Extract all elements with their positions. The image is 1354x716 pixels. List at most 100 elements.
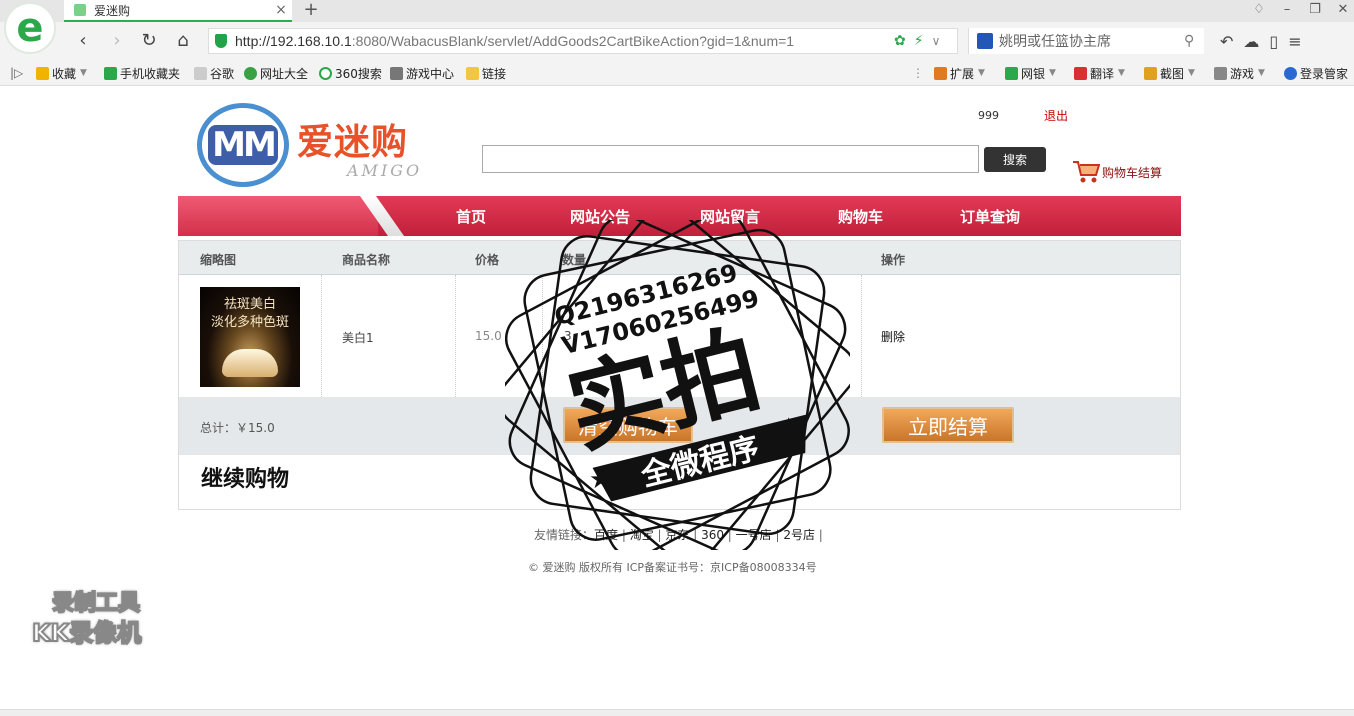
thumbnail-text-1: 祛斑美白 <box>223 297 276 312</box>
cart-checkout-link[interactable]: 购物车结算 <box>1072 159 1162 185</box>
toolbar-icons: ↶ ☁ ▯ ≡ <box>1220 28 1302 54</box>
home-icon[interactable]: ⌂ <box>170 28 196 54</box>
address-bar[interactable]: http://192.168.10.1:8080/WabacusBlank/se… <box>208 28 958 54</box>
navigation-bar: ‹ › ↻ ⌂ http://192.168.10.1:8080/Wabacus… <box>60 26 1354 56</box>
sidebar-toggle-icon[interactable]: |▷ <box>10 64 23 82</box>
cloud-icon[interactable]: ☁ <box>1243 32 1259 51</box>
friend-links: 友情链接：百度 | 淘宝 | 京东 | 360 | 一号店 | 2号店 | <box>534 528 823 542</box>
toolbar-screenshot[interactable]: 截图 ▼ <box>1144 64 1195 82</box>
search-icon[interactable]: ⚲ <box>1184 33 1204 49</box>
bookmark-mobile[interactable]: 手机收藏夹 <box>104 64 180 82</box>
speed-icon[interactable]: ✿ <box>894 33 906 49</box>
phone-icon <box>104 66 117 80</box>
toolbar-extensions[interactable]: 扩展 ▼ <box>934 64 985 82</box>
bookmarks-bar: |▷ 收藏 ▼ 手机收藏夹 谷歌 网址大全 360搜索 游戏中心 链接 ⋮ 扩展 ▼… <box>0 60 1354 86</box>
site-logo[interactable]: MM 爱迷购 AMIGO <box>197 103 419 187</box>
header-thumbnail: 缩略图 <box>200 253 237 267</box>
extensions-icon <box>934 66 947 80</box>
refresh-icon[interactable]: ↻ <box>136 28 162 54</box>
bookmark-url-directory[interactable]: 网址大全 <box>244 64 308 82</box>
browser-logo-icon[interactable]: e <box>4 2 56 54</box>
back-icon[interactable]: ‹ <box>70 28 96 54</box>
jar-image <box>222 349 278 377</box>
header-action: 操作 <box>881 253 906 267</box>
mobile-icon[interactable]: ▯ <box>1269 32 1278 51</box>
clear-cart-button[interactable]: 清空购物车 <box>563 407 693 443</box>
globe-icon <box>244 66 257 80</box>
nav-messages[interactable]: 网站留言 <box>700 206 760 227</box>
thumbnail-text-2: 淡化多种色斑 <box>210 315 289 330</box>
nav-home[interactable]: 首页 <box>456 206 486 227</box>
mm-logo-icon: MM <box>197 103 289 187</box>
site-search-button[interactable]: 搜索 <box>984 147 1046 172</box>
minimize-button[interactable]: – <box>1274 0 1300 22</box>
search-engine-icon <box>977 33 993 49</box>
translate-icon <box>1074 66 1087 80</box>
tab-close-icon[interactable]: × <box>270 2 292 18</box>
site-search-input[interactable] <box>482 145 979 173</box>
new-tab-button[interactable]: + <box>300 0 322 22</box>
bookmark-links[interactable]: 链接 <box>466 64 506 82</box>
cart-link-label: 购物车结算 <box>1102 165 1163 180</box>
table-header: 缩略图 商品名称 价格 数量 操作 <box>179 241 1180 275</box>
lightning-icon[interactable]: ⚡ <box>914 33 924 49</box>
product-price: 15.0 <box>475 329 502 343</box>
close-window-button[interactable]: ✕ <box>1330 0 1354 22</box>
dropdown-icon[interactable]: ∨ <box>932 34 941 48</box>
toolbar-login-manager[interactable]: 登录管家 <box>1284 64 1348 82</box>
bookmark-game-center[interactable]: 游戏中心 <box>390 64 454 82</box>
nav-decoration <box>178 196 378 236</box>
nav-announcements[interactable]: 网站公告 <box>570 206 630 227</box>
link-jd[interactable]: 京东 <box>665 528 689 542</box>
tab-active[interactable]: 爱迷购 × <box>64 0 292 22</box>
shopping-cart-icon <box>1072 159 1101 185</box>
link-baidu[interactable]: 百度 <box>594 528 618 542</box>
browser-search-box[interactable]: 姚明或任篮协主席 ⚲ <box>968 28 1204 54</box>
bookmark-google[interactable]: 谷歌 <box>194 64 234 82</box>
bookmark-favorites[interactable]: 收藏 ▼ <box>36 64 87 82</box>
undo-icon[interactable]: ↶ <box>1220 32 1233 51</box>
brand-english: AMIGO <box>347 161 423 180</box>
gamepad-icon <box>390 66 403 80</box>
column-divider <box>321 275 322 397</box>
header-price: 价格 <box>475 253 500 267</box>
logout-link[interactable]: 退出 <box>1044 107 1068 124</box>
brand-name: 爱迷购 <box>297 122 409 163</box>
link-taobao[interactable]: 淘宝 <box>630 528 654 542</box>
toolbar-translate[interactable]: 翻译 ▼ <box>1074 64 1125 82</box>
friend-links-label: 友情链接： <box>534 528 595 542</box>
forward-icon[interactable]: › <box>104 28 130 54</box>
menu-icon[interactable]: ≡ <box>1288 32 1301 51</box>
security-shield-icon <box>215 34 227 48</box>
maximize-button[interactable]: ❐ <box>1302 0 1328 22</box>
tab-title: 爱迷购 <box>94 3 131 18</box>
main-nav: 首页 网站公告 网站留言 购物车 订单查询 <box>178 196 1181 236</box>
game-icon <box>1214 66 1227 80</box>
page-favicon-icon <box>74 4 86 16</box>
product-thumbnail[interactable]: 祛斑美白 淡化多种色斑 <box>200 287 300 387</box>
link-store-2[interactable]: 2号店 <box>783 528 815 542</box>
continue-shopping-link[interactable]: 继续购物 <box>201 461 289 493</box>
skin-icon[interactable]: ♢ <box>1246 0 1272 22</box>
cart-table: 缩略图 商品名称 价格 数量 操作 祛斑美白 淡化多种色斑 美白1 15.0 3… <box>178 240 1181 510</box>
checkout-button[interactable]: 立即结算 <box>882 407 1014 443</box>
recorder-badge: 录制工具 KK录像机 <box>30 585 170 648</box>
scissors-icon <box>1144 66 1157 80</box>
nav-order-query[interactable]: 订单查询 <box>960 206 1020 227</box>
toolbar-bank[interactable]: 网银 ▼ <box>1005 64 1056 82</box>
link-yihaodian[interactable]: 一号店 <box>736 528 772 542</box>
column-divider <box>455 275 456 397</box>
more-icon[interactable]: ⋮ <box>912 64 924 82</box>
product-quantity[interactable]: 3 <box>564 329 572 343</box>
page-icon <box>194 66 207 80</box>
status-bar <box>0 709 1354 716</box>
browser-search-input[interactable]: 姚明或任篮协主席 <box>999 31 1184 51</box>
bookmark-360-search[interactable]: 360搜索 <box>319 64 382 82</box>
delete-link[interactable]: 删除 <box>881 328 905 345</box>
toolbar-games[interactable]: 游戏 ▼ <box>1214 64 1265 82</box>
product-name: 美白1 <box>342 331 374 345</box>
column-divider <box>542 275 543 397</box>
bank-icon <box>1005 66 1018 80</box>
nav-cart[interactable]: 购物车 <box>838 206 883 227</box>
link-360[interactable]: 360 <box>701 528 724 542</box>
